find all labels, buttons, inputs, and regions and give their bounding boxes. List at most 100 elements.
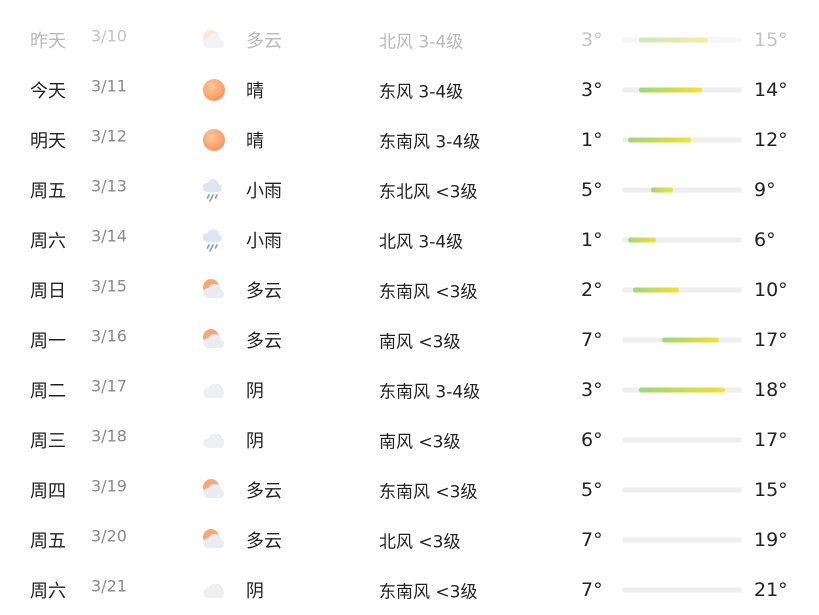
forecast-row[interactable]: 周日 3/15 多云 东南风 <3级 2° 10° (0, 265, 819, 315)
low-temperature: 3° (581, 29, 603, 51)
temperature-range-fill (639, 87, 702, 93)
forecast-date: 3/14 (91, 226, 127, 246)
temperature-range-bar (622, 537, 742, 543)
wind-info: 东南风 3-4级 (379, 382, 481, 403)
forecast-day-label: 周五 (30, 531, 66, 552)
forecast-day-label: 周一 (30, 331, 66, 352)
forecast-date: 3/11 (91, 76, 127, 96)
forecast-date: 3/17 (91, 376, 127, 396)
weather-condition: 小雨 (246, 231, 282, 252)
wind-info: 东南风 <3级 (379, 582, 478, 603)
weather-condition: 多云 (246, 281, 282, 302)
high-temperature: 6° (754, 229, 776, 251)
forecast-day-label: 周日 (30, 281, 66, 302)
forecast-date: 3/13 (91, 176, 127, 196)
sunny-icon (201, 77, 227, 103)
high-temperature: 21° (754, 579, 788, 601)
overcast-icon (201, 577, 227, 603)
weather-forecast-list: 昨天 3/10 多云 北风 3-4级 3° 15° 今天 3/11 晴东风 3-4级 3° 14° 明… (0, 0, 819, 615)
low-temperature: 1° (581, 129, 603, 151)
forecast-day-label: 周六 (30, 231, 66, 252)
temperature-range-bar (622, 187, 742, 193)
wind-info: 东北风 <3级 (379, 182, 478, 203)
temperature-range-bar (622, 337, 742, 343)
weather-condition: 阴 (246, 381, 264, 402)
temperature-range-bar (622, 37, 742, 43)
forecast-date: 3/16 (91, 326, 127, 346)
light-rain-icon (201, 227, 227, 253)
high-temperature: 18° (754, 379, 788, 401)
forecast-date: 3/21 (91, 576, 127, 596)
forecast-row[interactable]: 今天 3/11 晴 东风 3-4级 3° 14° (0, 65, 819, 115)
light-rain-icon (201, 177, 227, 203)
temperature-range-fill (639, 37, 708, 43)
high-temperature: 17° (754, 329, 788, 351)
forecast-row[interactable]: 昨天 3/10 多云 北风 3-4级 3° 15° (0, 15, 819, 65)
low-temperature: 3° (581, 79, 603, 101)
forecast-row[interactable]: 周一 3/16 多云 南风 <3级 7° 17° (0, 315, 819, 365)
partly-cloudy-icon (201, 277, 227, 303)
high-temperature: 19° (754, 529, 788, 551)
weather-condition: 多云 (246, 31, 282, 52)
forecast-row[interactable]: 明天 3/12 晴 东南风 3-4级 1° 12° (0, 115, 819, 165)
low-temperature: 7° (581, 529, 603, 551)
temperature-range-bar (622, 87, 742, 93)
temperature-range-fill (627, 237, 657, 243)
forecast-row[interactable]: 周六 3/21 阴 东南风 <3级 7° 21° (0, 565, 819, 615)
weather-condition: 晴 (246, 131, 264, 152)
weather-condition: 多云 (246, 481, 282, 502)
forecast-day-label: 周五 (30, 181, 66, 202)
temperature-range-bar (622, 587, 742, 593)
forecast-date: 3/20 (91, 526, 127, 546)
low-temperature: 5° (581, 479, 603, 501)
weather-condition: 小雨 (246, 181, 282, 202)
forecast-date: 3/12 (91, 126, 127, 146)
temperature-range-bar (622, 237, 742, 243)
wind-info: 北风 3-4级 (379, 32, 464, 53)
low-temperature: 3° (581, 379, 603, 401)
high-temperature: 15° (754, 479, 788, 501)
forecast-day-label: 明天 (30, 131, 66, 152)
temperature-range-bar (622, 487, 742, 493)
low-temperature: 6° (581, 429, 603, 451)
forecast-row[interactable]: 周二 3/17 阴 东南风 3-4级 3° 18° (0, 365, 819, 415)
wind-info: 东南风 3-4级 (379, 132, 481, 153)
temperature-range-bar (622, 137, 742, 143)
weather-condition: 多云 (246, 531, 282, 552)
cloudy-icon (201, 27, 227, 53)
forecast-date: 3/15 (91, 276, 127, 296)
forecast-day-label: 昨天 (30, 31, 66, 52)
low-temperature: 1° (581, 229, 603, 251)
wind-info: 东南风 <3级 (379, 282, 478, 303)
forecast-row[interactable]: 周四 3/19 多云 东南风 <3级 5° 15° (0, 465, 819, 515)
high-temperature: 17° (754, 429, 788, 451)
partly-cloudy-icon (201, 477, 227, 503)
weather-condition: 多云 (246, 331, 282, 352)
high-temperature: 10° (754, 279, 788, 301)
partly-cloudy-icon (201, 327, 227, 353)
low-temperature: 5° (581, 179, 603, 201)
temperature-range-bar (622, 387, 742, 393)
temperature-range-fill (633, 287, 680, 293)
temperature-range-bar (622, 287, 742, 293)
low-temperature: 7° (581, 329, 603, 351)
forecast-row[interactable]: 周五 3/13 小雨 东北风 <3级 5° 9° (0, 165, 819, 215)
weather-condition: 晴 (246, 81, 264, 102)
forecast-date: 3/19 (91, 476, 127, 496)
weather-condition: 阴 (246, 581, 264, 602)
temperature-range-fill (650, 187, 674, 193)
high-temperature: 12° (754, 129, 788, 151)
forecast-row[interactable]: 周六 3/14 小雨 北风 3-4级 1° 6° (0, 215, 819, 265)
forecast-day-label: 今天 (30, 81, 66, 102)
forecast-date: 3/10 (91, 26, 127, 46)
forecast-day-label: 周二 (30, 381, 66, 402)
forecast-date: 3/18 (91, 426, 127, 446)
forecast-row[interactable]: 周三 3/18 阴 南风 <3级 6° 17° (0, 415, 819, 465)
overcast-icon (201, 377, 227, 403)
sunny-icon (201, 127, 227, 153)
low-temperature: 7° (581, 579, 603, 601)
high-temperature: 14° (754, 79, 788, 101)
wind-info: 北风 <3级 (379, 532, 461, 553)
forecast-row[interactable]: 周五 3/20 多云 北风 <3级 7° 19° (0, 515, 819, 565)
wind-info: 东南风 <3级 (379, 482, 478, 503)
